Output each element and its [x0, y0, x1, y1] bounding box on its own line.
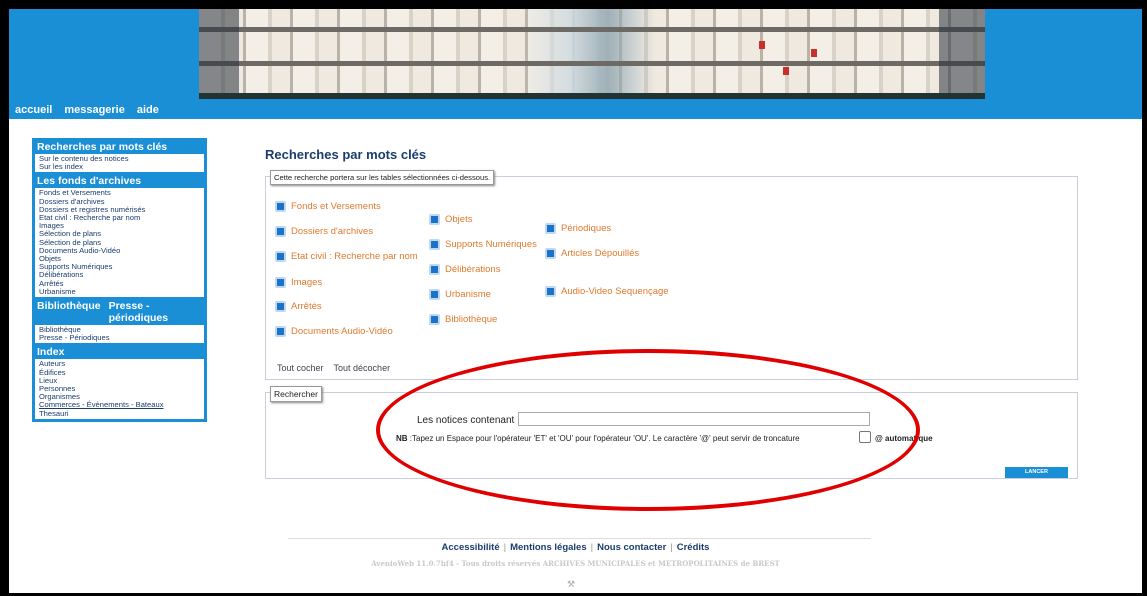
sidebar-heading-right: Presse - périodiques — [108, 300, 169, 325]
footer-credits-link[interactable]: Crédits — [677, 542, 710, 553]
page: accueil messagerie aide Recherches par m… — [9, 9, 1142, 593]
option-label: Documents Audio-Vidéo — [291, 326, 393, 337]
search-input[interactable] — [518, 412, 870, 426]
sidebar-heading: Les fonds d'archives — [37, 175, 142, 188]
table-option[interactable]: Articles Dépouillés — [545, 248, 639, 259]
table-option[interactable]: Images — [275, 277, 322, 288]
footer-contact-link[interactable]: Nous contacter — [597, 542, 666, 553]
checkbox-icon[interactable] — [275, 301, 286, 312]
checkbox-icon[interactable] — [545, 248, 556, 259]
check-toggle-links: Tout cocher Tout décocher — [277, 363, 390, 373]
table-option[interactable]: Supports Numériques — [429, 239, 537, 250]
option-label: Périodiques — [561, 223, 612, 234]
sidebar-heading: Recherches par mots clés — [37, 141, 168, 153]
sidebar-item[interactable]: Délibérations — [39, 271, 200, 279]
search-legend: Rechercher — [270, 386, 322, 402]
checkbox-icon[interactable] — [429, 314, 440, 325]
checkbox-icon[interactable] — [429, 214, 440, 225]
nav-accueil[interactable]: accueil — [15, 104, 52, 116]
footer-legal-link[interactable]: Mentions légales — [510, 542, 587, 553]
header: accueil messagerie aide — [9, 9, 1142, 119]
option-label: Urbanisme — [445, 289, 491, 300]
table-option[interactable]: Urbanisme — [429, 289, 491, 300]
table-option[interactable]: Fonds et Versements — [275, 201, 381, 212]
table-option[interactable]: Audio-Video Sequençage — [545, 286, 669, 297]
sidebar-item[interactable]: Documents Audio-Vidéo — [39, 246, 200, 255]
nav-messagerie[interactable]: messagerie — [64, 104, 125, 116]
tables-fieldset — [265, 176, 1078, 380]
notices-label: Les notices contenant — [417, 415, 515, 426]
option-label: Fonds et Versements — [291, 201, 381, 212]
option-label: Bibliothèque — [445, 314, 498, 325]
footer-accessibility-link[interactable]: Accessibilité — [442, 542, 500, 553]
checkbox-icon[interactable] — [275, 201, 286, 212]
check-all-link[interactable]: Tout cocher — [277, 363, 324, 373]
auto-truncation-checkbox[interactable] — [859, 431, 871, 443]
table-option[interactable]: Etat civil : Recherche par nom — [275, 251, 418, 262]
nb-help-text: NB :Tapez un Espace pour l'opérateur 'ET… — [396, 434, 800, 443]
top-nav: accueil messagerie aide — [15, 104, 159, 116]
option-label: Arrêtés — [291, 301, 322, 312]
checkbox-icon[interactable] — [545, 223, 556, 234]
banner-image — [199, 9, 985, 99]
footer-links: Accessibilité | Mentions légales | Nous cont… — [441, 542, 710, 553]
checkbox-icon[interactable] — [275, 277, 286, 288]
table-option[interactable]: Documents Audio-Vidéo — [275, 326, 393, 337]
option-label: Délibérations — [445, 264, 501, 275]
sidebar-item[interactable]: Urbanisme — [39, 287, 200, 296]
nb-text: :Tapez un Espace pour l'opérateur 'ET' e… — [409, 434, 800, 443]
option-label: Images — [291, 277, 323, 288]
sidebar-item[interactable]: Presse - Périodiques — [39, 334, 200, 342]
checkbox-icon[interactable] — [545, 286, 556, 297]
sidebar-item[interactable]: Thesauri — [39, 409, 200, 418]
table-option[interactable]: Arrêtés — [275, 301, 322, 312]
table-option[interactable]: Périodiques — [545, 223, 611, 234]
page-title: Recherches par mots clés — [265, 147, 427, 162]
table-option[interactable]: Délibérations — [429, 264, 500, 275]
option-label: Dossiers d'archives — [291, 226, 374, 237]
sidebar-item[interactable]: Édifices — [39, 368, 200, 377]
table-option[interactable]: Dossiers d'archives — [275, 226, 373, 237]
sidebar-heading: Index — [37, 346, 65, 359]
checkbox-icon[interactable] — [275, 251, 286, 262]
nb-prefix: NB — [396, 434, 408, 443]
table-option[interactable]: Bibliothèque — [429, 314, 497, 325]
sidebar: Recherches par mots clés Sur le contenu … — [32, 138, 207, 422]
checkbox-icon[interactable] — [429, 264, 440, 275]
option-label: Audio-Video Sequençage — [561, 286, 669, 297]
table-option[interactable]: Objets — [429, 214, 472, 225]
sidebar-heading: Bibliothèque Presse - périodiques — [35, 299, 204, 325]
tools-icon[interactable]: ⚒ — [567, 579, 575, 590]
option-label: Articles Dépouillés — [561, 248, 640, 259]
copyright-text: AvenioWeb 11.0.7hf4 - Tous droits réserv… — [371, 559, 780, 568]
checkbox-icon[interactable] — [275, 326, 286, 337]
checkbox-icon[interactable] — [429, 289, 440, 300]
auto-truncation-label: @ automatique — [875, 434, 933, 443]
checkbox-icon[interactable] — [275, 226, 286, 237]
launch-button[interactable]: LANCER — [1005, 467, 1068, 478]
sidebar-item[interactable]: Sur les index — [39, 162, 200, 171]
footer-divider — [288, 538, 871, 539]
tables-legend: Cette recherche portera sur les tables s… — [270, 170, 495, 185]
nav-aide[interactable]: aide — [137, 104, 159, 116]
option-label: Etat civil : Recherche par nom — [291, 251, 418, 262]
uncheck-all-link[interactable]: Tout décocher — [334, 363, 391, 373]
option-label: Objets — [445, 214, 473, 225]
sidebar-heading-left: Bibliothèque — [37, 300, 101, 313]
checkbox-icon[interactable] — [429, 239, 440, 250]
option-label: Supports Numériques — [445, 239, 537, 250]
